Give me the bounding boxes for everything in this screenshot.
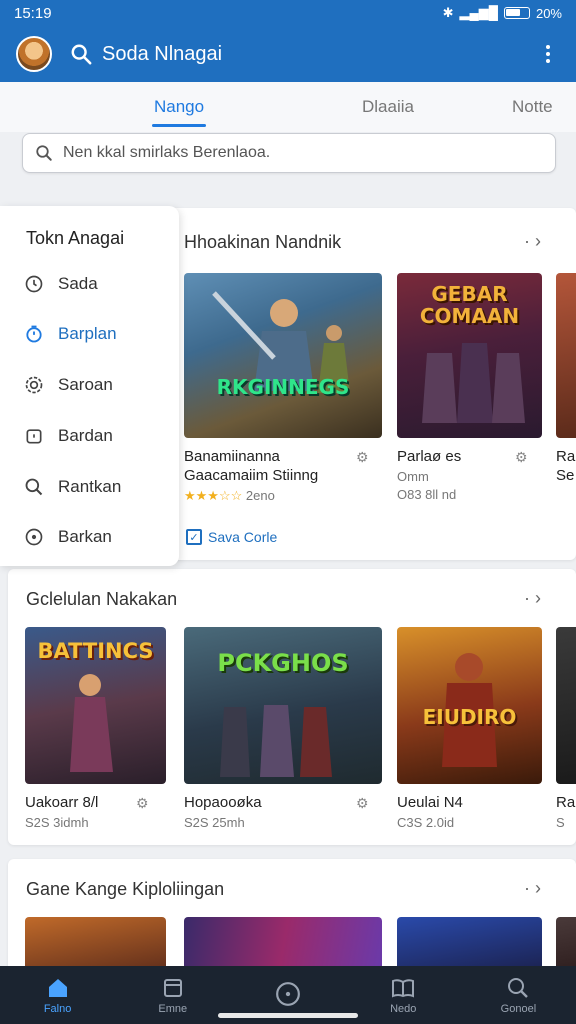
game-logo-text: EIUDIRO — [422, 705, 517, 729]
home-indicator[interactable] — [218, 1013, 358, 1018]
game-title: Banamiinanna Gaacamaiim Stiinng — [184, 448, 319, 484]
game-subtitle: Se — [556, 467, 575, 484]
section-more-button[interactable]: · › — [524, 878, 541, 899]
nav-item-home[interactable]: Falno — [0, 966, 115, 1024]
drawer-item-bardan[interactable]: Bardan — [24, 426, 113, 446]
book-icon — [392, 978, 415, 997]
nav-item-library[interactable]: Emne — [115, 966, 230, 1024]
drawer-item-sada[interactable]: Sada — [24, 274, 98, 294]
status-bar: 15:19 ✱ ▂▄▆█ 20% — [0, 0, 576, 26]
warrior-art — [212, 291, 350, 393]
warrior-art — [422, 343, 525, 423]
game-thumbnail: GEBAR COMAAN — [397, 273, 542, 438]
game-card[interactable]: EIUDIRO Ueulai N4 C3S 2.0id — [397, 627, 542, 830]
battery-icon — [503, 7, 530, 19]
controller-icon: ⚙ — [136, 795, 149, 811]
game-title: Ueulai N4 — [397, 794, 463, 811]
nav-item-search[interactable]: Gonoel — [461, 966, 576, 1024]
game-card[interactable]: PCKGHOS Hopaooøka S2S 25mh ⚙ — [184, 627, 382, 830]
home-icon — [48, 978, 67, 997]
game-logo-text: RKGINNEGS — [216, 375, 350, 399]
checkbox-icon: ✓ — [186, 529, 202, 545]
search-bar — [22, 133, 556, 173]
game-title: Ra — [556, 794, 576, 811]
section-title: Gane Kange Kiploliingan — [26, 879, 225, 899]
avatar[interactable] — [16, 36, 52, 72]
compass-icon — [276, 981, 300, 1006]
app-bar: Soda Nlnagai — [0, 26, 576, 82]
settings-icon — [25, 376, 43, 394]
rating-stars: ★★★☆☆ — [184, 488, 243, 503]
section-title: Hhoakinan Nandnik — [184, 232, 342, 252]
game-card[interactable]: RKGINNEGS Banamiinanna Gaacamaiim Stiinn… — [184, 273, 382, 504]
game-card[interactable]: Ra S — [556, 627, 576, 830]
library-icon — [163, 978, 182, 997]
search-icon — [36, 145, 52, 161]
tab-nango[interactable]: Nango — [151, 97, 207, 127]
signal-icon: ▂▄▆█ — [459, 5, 498, 20]
warrior-art — [220, 705, 332, 777]
drawer-item-rantkan[interactable]: Rantkan — [24, 477, 121, 497]
game-thumbnail: BATTINCS — [25, 627, 166, 784]
game-thumbnail: RKGINNEGS — [184, 273, 382, 438]
search-icon[interactable] — [70, 43, 92, 65]
game-card[interactable]: Ra Se — [556, 273, 576, 485]
section-more-button[interactable]: · › — [524, 231, 541, 252]
save-label: Sava Corle — [208, 529, 278, 545]
timer-icon — [26, 325, 42, 343]
game-title: Hopaooøka — [184, 794, 262, 811]
tab-notte[interactable]: Notte — [512, 97, 553, 117]
nav-item-books[interactable]: Nedo — [346, 966, 461, 1024]
bluetooth-icon: ✱ — [442, 5, 454, 20]
status-time: 15:19 — [14, 4, 52, 22]
controller-icon: ⚙ — [356, 449, 369, 465]
tab-bar: Nango Dlaaiia Notte — [0, 82, 576, 132]
drawer-item-barplan[interactable]: Barplan — [24, 324, 117, 344]
tab-dlaaiia[interactable]: Dlaaiia — [362, 97, 414, 117]
search-icon — [508, 977, 529, 998]
controller-icon: ⚙ — [356, 795, 369, 811]
clock-icon — [25, 275, 43, 293]
game-card[interactable]: BATTINCS Uakoarr 8/l S2S 3idmh ⚙ — [25, 627, 166, 830]
more-menu-icon[interactable] — [536, 42, 560, 66]
game-meta-secondary: O83 8ll nd — [397, 487, 457, 502]
game-meta: S — [556, 815, 565, 830]
game-meta: Omm — [397, 469, 429, 484]
section-popular: Gclelulan Nakakan · › BATTINCS Uakoarr 8… — [8, 569, 576, 845]
game-meta: S2S 3idmh — [25, 815, 89, 830]
compass-icon — [25, 528, 43, 546]
section-more-button[interactable]: · › — [524, 588, 541, 609]
app-title: Soda Nlnagai — [102, 42, 223, 65]
game-thumbnail — [556, 273, 576, 438]
game-meta: ★★★☆☆ 2eno — [184, 488, 275, 503]
game-thumbnail — [556, 627, 576, 784]
controller-icon: ⚙ — [515, 449, 528, 465]
section-more-games: Gane Kange Kiploliingan · › — [8, 859, 576, 979]
game-title: Ra — [556, 448, 576, 465]
drawer-title: Tokn Anagai — [26, 228, 125, 248]
game-meta: C3S 2.0id — [397, 815, 455, 830]
game-thumbnail: PCKGHOS — [184, 627, 382, 784]
alarm-icon — [26, 429, 42, 444]
search-input[interactable] — [63, 144, 533, 162]
game-thumbnail: EIUDIRO — [397, 627, 542, 784]
warrior-art — [70, 674, 113, 772]
battery-text: 20% — [535, 5, 562, 21]
status-icons: ✱ ▂▄▆█ 20% — [443, 5, 562, 21]
section-title: Gclelulan Nakakan — [26, 589, 178, 609]
side-drawer: Tokn Anagai Sada Barplan Saroan Bardan R… — [0, 206, 179, 566]
game-meta: S2S 25mh — [184, 815, 245, 830]
game-card[interactable]: GEBAR COMAAN Parlaø es Omm O83 8ll nd ⚙ — [397, 273, 542, 502]
save-button[interactable]: ✓ Sava Corle — [186, 529, 277, 545]
drawer-item-saroan[interactable]: Saroan — [24, 375, 113, 395]
drawer-item-barkan[interactable]: Barkan — [24, 527, 112, 547]
search-icon — [25, 478, 43, 496]
